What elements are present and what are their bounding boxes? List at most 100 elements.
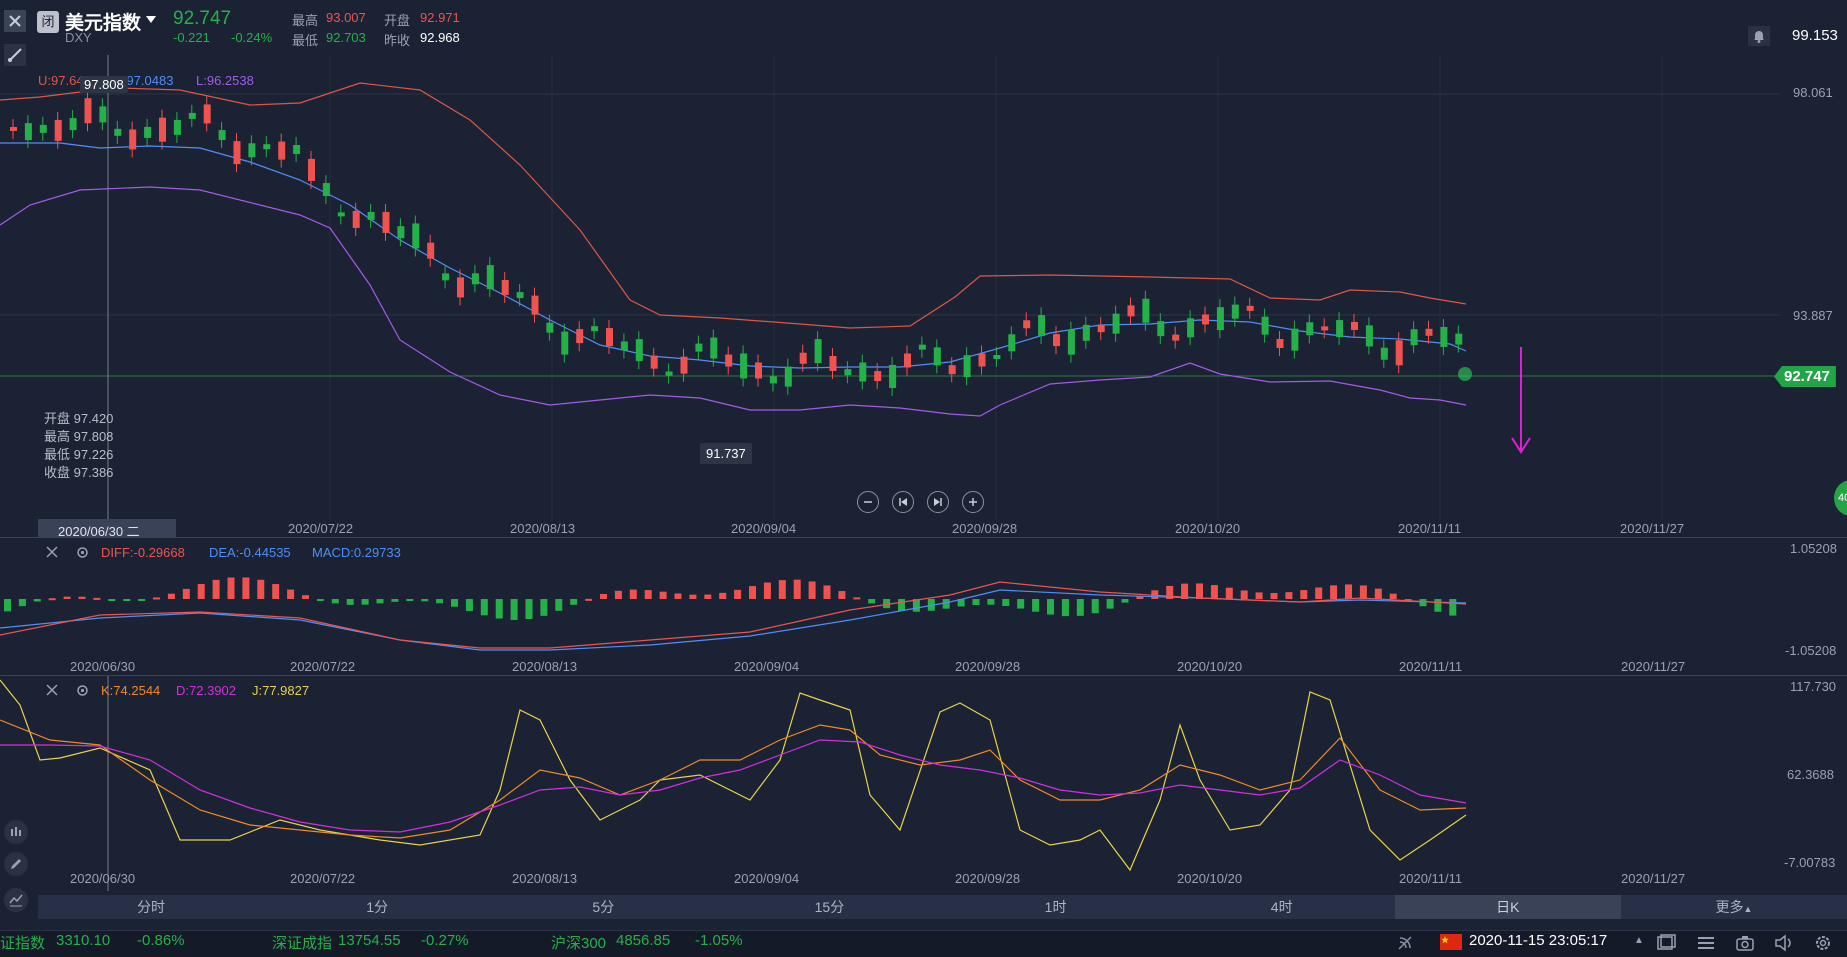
main-x-tick: 2020/10/20	[1175, 521, 1241, 536]
macd-histogram-bar	[1047, 599, 1054, 615]
candle-body	[680, 356, 688, 374]
candle-body	[1172, 334, 1180, 341]
macd-histogram-bar	[451, 599, 458, 607]
kdj-d-label: D:72.3902	[176, 683, 236, 698]
tab-15min[interactable]: 15分	[716, 895, 942, 919]
camera-icon[interactable]	[1735, 934, 1755, 952]
candle-body	[382, 211, 390, 233]
kdj-close-button[interactable]	[44, 682, 60, 698]
candle-body	[1231, 304, 1239, 319]
candle-body	[740, 353, 748, 379]
candle-body	[933, 347, 941, 366]
connection-icon[interactable]	[1396, 934, 1414, 952]
close-chart-button[interactable]	[4, 10, 26, 32]
candle-body	[784, 366, 792, 387]
kdj-chart[interactable]	[0, 676, 1847, 894]
macd-settings-button[interactable]	[74, 544, 90, 560]
macd-x-tick: 2020/07/22	[290, 659, 356, 674]
current-price-tag: 92.747	[1774, 366, 1836, 387]
close-badge[interactable]: 闭	[37, 11, 59, 33]
close-icon	[46, 546, 58, 558]
macd-histogram-bar	[585, 598, 593, 601]
main-x-tick: 2020/11/11	[1398, 521, 1462, 536]
macd-x-tick: 2020/08/13	[512, 659, 578, 674]
kdj-x-tick: 2020/10/20	[1177, 871, 1243, 886]
pen-tool-button[interactable]	[4, 852, 28, 876]
skip-end-button[interactable]	[927, 491, 949, 513]
macd-histogram-bar	[1210, 585, 1218, 599]
main-y-tick: 98.061	[1793, 85, 1833, 100]
status-index3-name[interactable]: 沪深300	[551, 932, 606, 953]
candle-body	[144, 126, 152, 138]
candle-body	[829, 355, 837, 371]
macd-histogram-bar	[1196, 583, 1203, 599]
candle-type-button[interactable]	[4, 820, 28, 844]
candle-body	[278, 141, 286, 160]
candle-body	[1321, 326, 1329, 331]
candle-body	[725, 354, 733, 367]
indicator-button[interactable]	[4, 888, 28, 912]
kdj-j-line	[0, 679, 1467, 872]
last-candle-glow	[1458, 367, 1472, 381]
macd-close-button[interactable]	[44, 544, 60, 560]
candle-body	[1336, 320, 1344, 338]
macd-histogram-bar	[465, 599, 473, 612]
tab-more[interactable]: 更多▲	[1621, 895, 1847, 919]
status-index2-name[interactable]: 深证成指	[272, 932, 332, 953]
candle-body	[710, 337, 718, 359]
chevron-down-icon[interactable]	[146, 16, 156, 24]
candle-body	[814, 339, 822, 364]
tab-1min[interactable]: 1分	[264, 895, 490, 919]
current-price: 92.747	[173, 8, 232, 29]
skip-start-icon	[899, 498, 907, 506]
tab-1hour[interactable]: 1时	[943, 895, 1169, 919]
layout-icon[interactable]	[1656, 934, 1676, 952]
macd-histogram-bar	[614, 590, 622, 599]
candle-body	[1127, 305, 1135, 317]
macd-histogram-bar	[436, 599, 444, 604]
macd-x-tick: 2020/09/28	[955, 659, 1021, 674]
main-candlestick-chart[interactable]	[0, 55, 1847, 525]
candle-body	[1008, 334, 1016, 352]
caret-up-icon[interactable]: ▲	[1634, 935, 1644, 946]
alert-button[interactable]	[1748, 26, 1770, 46]
min-price-tooltip: 91.737	[700, 443, 752, 464]
candle-body	[39, 124, 47, 133]
settings-icon[interactable]	[1813, 934, 1833, 952]
low-label: 最低	[292, 33, 319, 48]
main-y-tick: 93.887	[1793, 308, 1833, 323]
macd-value-label: MACD:0.29733	[312, 545, 401, 560]
candle-body	[918, 344, 926, 350]
ohlc-row: 开盘 97.420	[44, 410, 113, 428]
zoom-in-button[interactable]	[962, 491, 984, 513]
skip-start-button[interactable]	[892, 491, 914, 513]
candle-body	[1053, 334, 1060, 347]
bell-icon	[1754, 31, 1764, 43]
zoom-out-button[interactable]	[857, 491, 879, 513]
ohlc-label: 最低	[44, 447, 71, 462]
macd-histogram-bar	[734, 589, 742, 599]
tab-daily-k[interactable]: 日K	[1394, 895, 1621, 919]
candle-body	[1276, 338, 1284, 348]
kdj-y-tick: -7.00783	[1784, 855, 1836, 870]
candle-body	[1112, 313, 1120, 334]
status-index1-name[interactable]: 证指数	[0, 932, 45, 953]
list-icon[interactable]	[1696, 934, 1716, 952]
macd-histogram-bar	[197, 583, 205, 599]
tab-timeshare[interactable]: 分时	[38, 895, 264, 919]
candle-body	[799, 352, 807, 364]
kdj-settings-button[interactable]	[74, 682, 90, 698]
macd-diff-label: DIFF:-0.29668	[101, 545, 185, 560]
tab-4hour[interactable]: 4时	[1169, 895, 1395, 919]
candle-body	[308, 158, 315, 181]
macd-histogram-bar	[778, 580, 786, 599]
macd-histogram-bar	[1449, 599, 1457, 616]
volume-icon[interactable]	[1774, 934, 1794, 952]
candle-body	[874, 371, 882, 382]
indicator-icon	[9, 894, 23, 907]
tab-5min[interactable]: 5分	[490, 895, 716, 919]
macd-x-tick: 2020/06/30	[70, 659, 136, 674]
kdj-x-tick: 2020/09/04	[734, 871, 800, 886]
macd-histogram-bar	[48, 598, 56, 601]
candle-body	[635, 339, 643, 362]
